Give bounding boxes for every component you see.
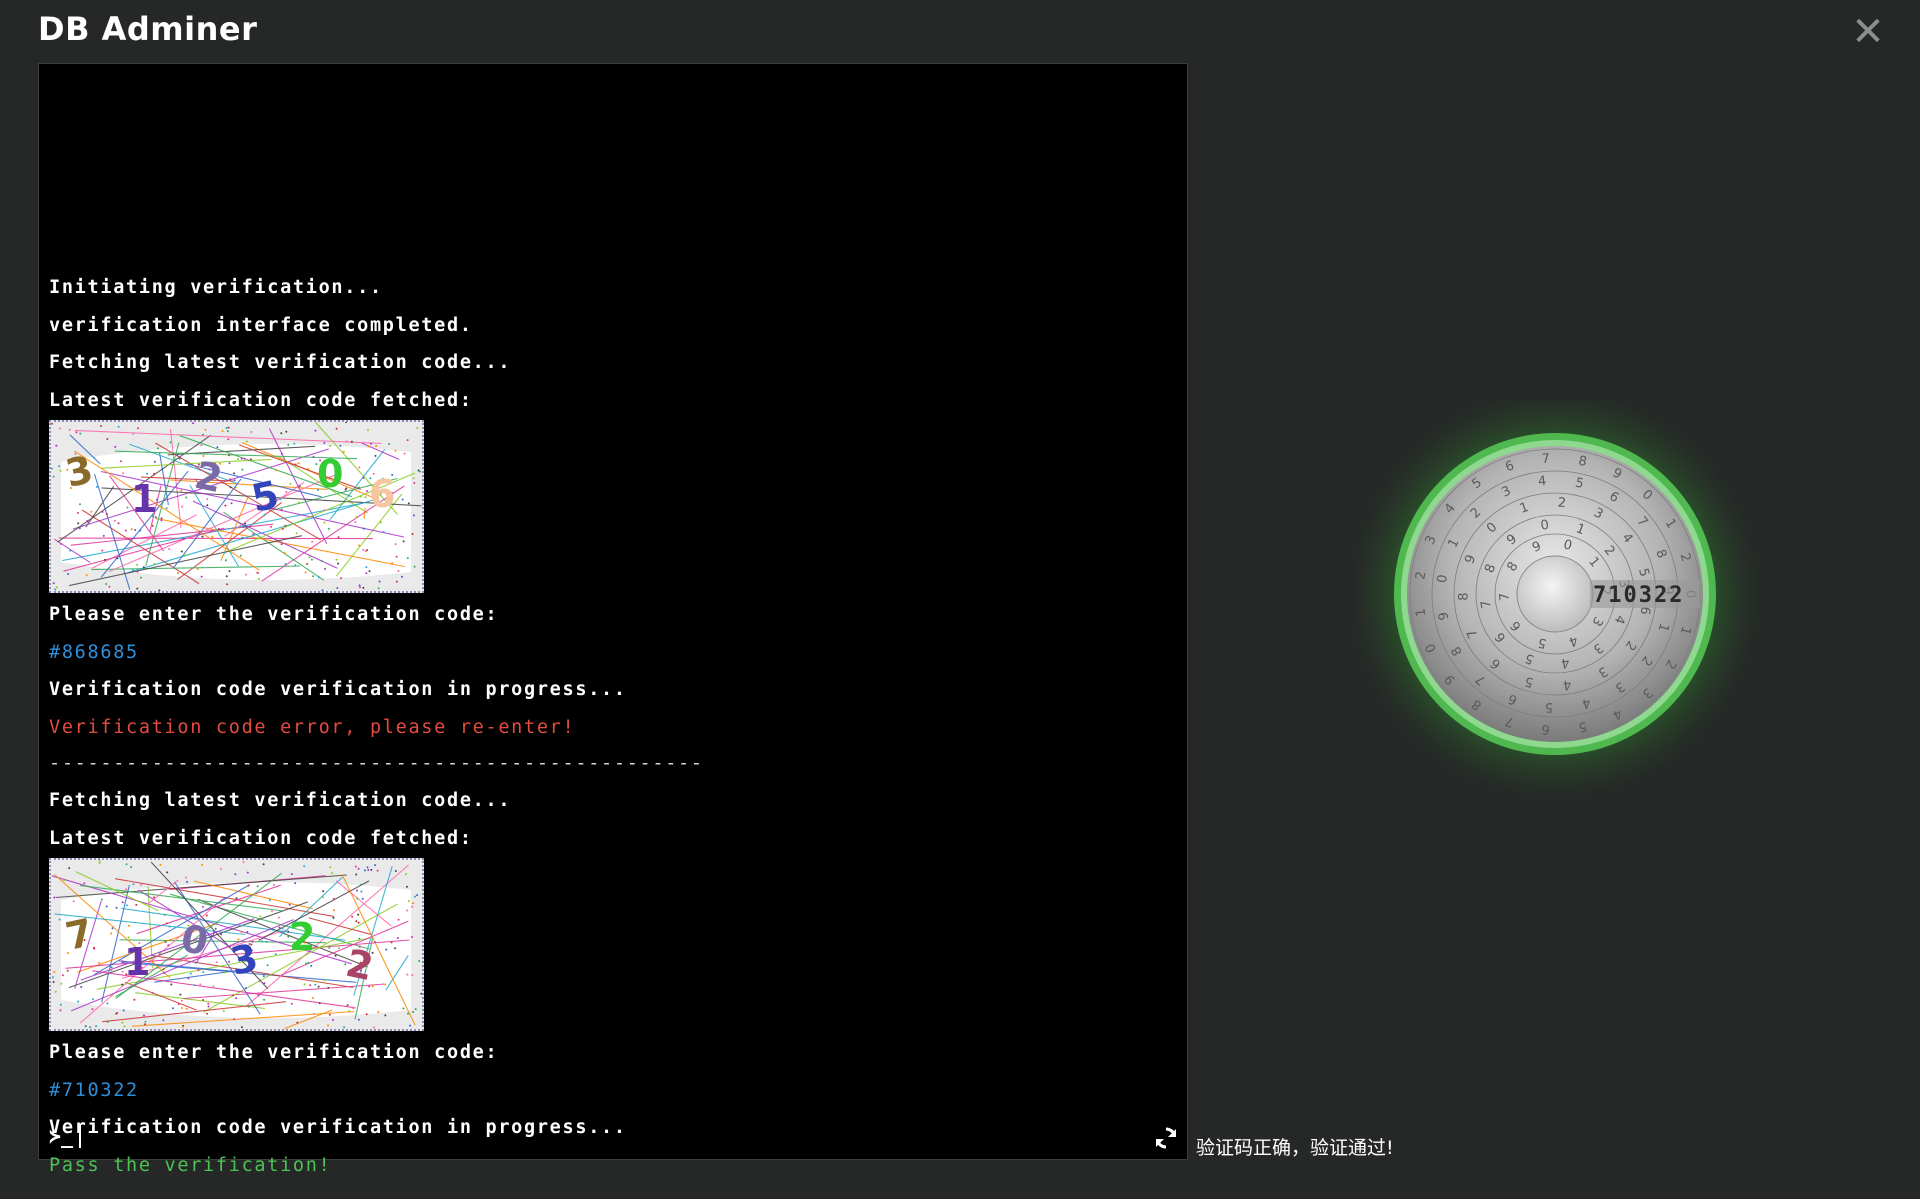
terminal-line: Latest verification code fetched: <box>49 827 473 849</box>
terminal-line: Initiating verification... <box>49 277 383 298</box>
captcha-image: 312506 <box>49 420 424 593</box>
terminal-output: Initiating verification... verification i… <box>49 269 1177 1184</box>
svg-text:2: 2 <box>289 915 315 959</box>
svg-text:4: 4 <box>1537 474 1547 490</box>
captcha-image: 710322 <box>49 858 424 1031</box>
svg-text:2: 2 <box>1557 496 1566 512</box>
status-message: 验证码正确，验证通过! <box>1196 1137 1394 1159</box>
terminal-line: ----------------------------------------… <box>49 753 704 774</box>
app-title: DB Adminer <box>38 10 258 48</box>
svg-text:8: 8 <box>1456 592 1471 601</box>
terminal-line: #710322 <box>49 1079 139 1101</box>
terminal-line: Please enter the verification code: <box>49 604 499 625</box>
close-icon[interactable]: ✕ <box>1846 10 1890 54</box>
prompt-icon: ≻_ <box>49 1124 74 1148</box>
terminal-line: Fetching latest verification code... <box>49 790 512 811</box>
terminal-line: Verification code error, please re-enter… <box>49 716 576 738</box>
refresh-icon[interactable] <box>1153 1125 1179 1151</box>
terminal-line: Fetching latest verification code... <box>49 352 512 373</box>
terminal-prompt[interactable]: ≻_ <box>49 1121 82 1151</box>
svg-text:0: 0 <box>317 452 343 496</box>
svg-text:5: 5 <box>1545 699 1554 714</box>
svg-text:7: 7 <box>1497 592 1512 601</box>
terminal-line: verification interface completed. <box>49 314 473 336</box>
text-cursor <box>79 1124 82 1148</box>
svg-text:6: 6 <box>1541 721 1550 737</box>
svg-text:7: 7 <box>1541 452 1550 468</box>
terminal-line: Latest verification code fetched: <box>49 389 473 411</box>
svg-text:6: 6 <box>369 472 395 516</box>
terminal-console[interactable]: Initiating verification... verification i… <box>38 63 1188 1176</box>
lock-hub <box>1516 555 1594 633</box>
lock-code-display: 710322 <box>1593 583 1684 608</box>
combination-lock: 0123456789012345678901212345678901234567… <box>1335 374 1775 840</box>
terminal-line: #868685 <box>49 641 139 663</box>
terminal-line: Please enter the verification code: <box>49 1042 499 1063</box>
svg-text:1: 1 <box>124 940 150 984</box>
terminal-line: Verification code verification in progre… <box>49 679 627 700</box>
terminal-line: Pass the verification! <box>49 1154 332 1176</box>
terminal-line: Verification code verification in progre… <box>49 1117 627 1138</box>
svg-text:1: 1 <box>131 477 157 521</box>
